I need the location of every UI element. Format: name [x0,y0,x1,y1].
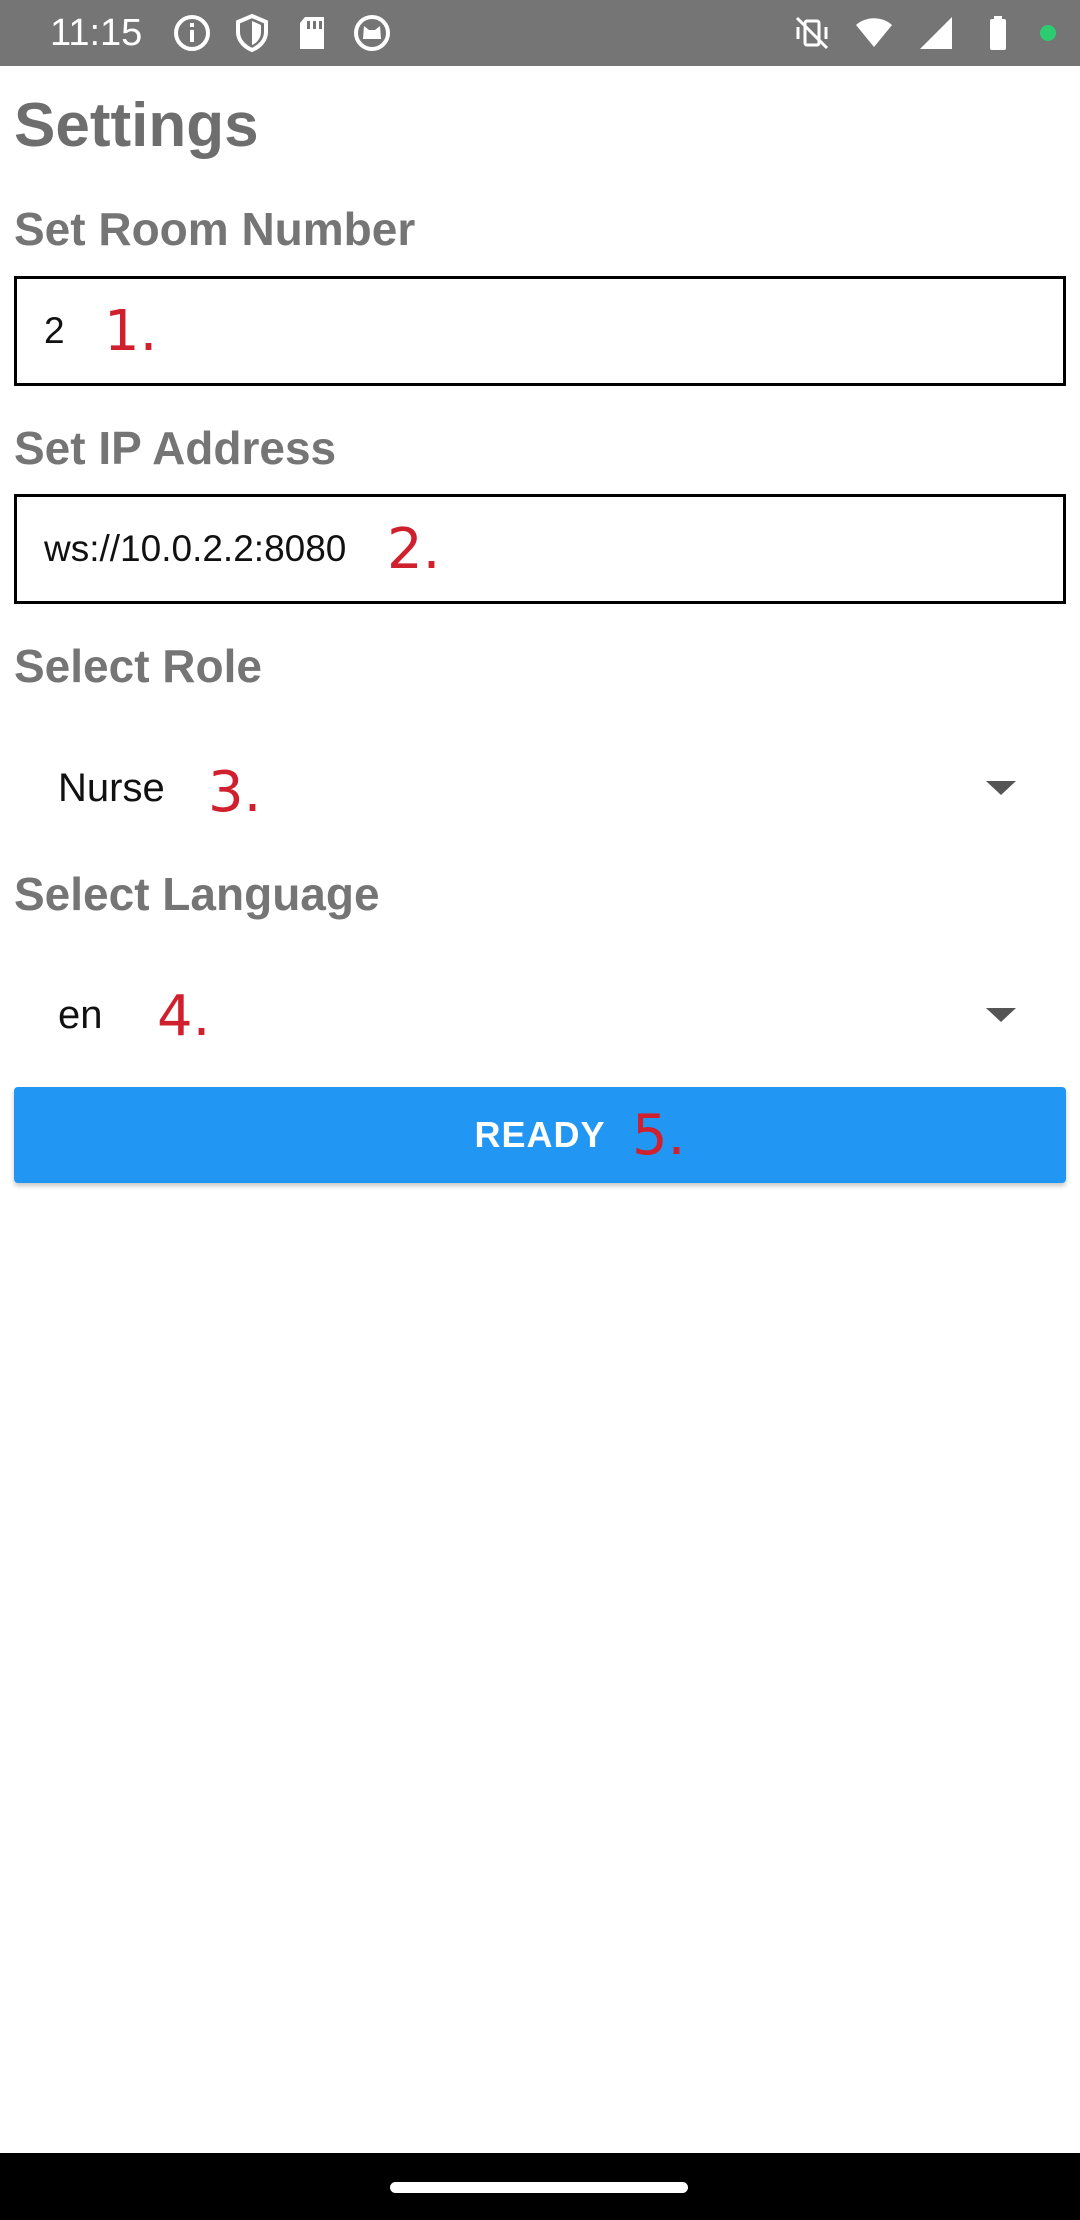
shield-icon [232,13,272,53]
role-label: Select Role [14,640,262,692]
annotation-marker-4: 4. [157,984,211,1049]
status-notification-icons [172,13,392,53]
ready-button[interactable]: READY [14,1087,1066,1183]
role-selected-value: Nurse [58,765,165,810]
vibrate-off-icon [792,13,832,53]
annotation-marker-2: 2. [387,517,441,582]
role-dropdown[interactable]: Nurse [14,733,1066,843]
wifi-icon [854,13,894,53]
cat-icon [352,13,392,53]
camera-dot-icon [1040,25,1056,41]
annotation-marker-3: 3. [208,760,262,825]
sd-card-icon [292,13,332,53]
ready-button-label: READY [474,1114,606,1155]
room-number-value: 2 [44,310,65,351]
ip-address-value: ws://10.0.2.2:8080 [44,528,347,569]
chevron-down-icon [986,1008,1016,1022]
chevron-down-icon [986,781,1016,795]
status-bar: 11:15 [0,0,1080,66]
annotation-marker-1: 1. [104,299,158,364]
status-time: 11:15 [50,12,143,54]
ip-address-input[interactable]: ws://10.0.2.2:8080 [14,494,1066,604]
navigation-bar [0,2153,1080,2220]
home-handle[interactable] [390,2182,688,2193]
status-system-icons [792,13,1056,53]
annotation-marker-5: 5. [632,1103,686,1168]
language-label: Select Language [14,868,380,920]
battery-icon [978,13,1018,53]
info-icon [172,13,212,53]
signal-icon [916,13,956,53]
language-selected-value: en [58,992,103,1037]
ip-address-label: Set IP Address [14,422,337,474]
room-number-input[interactable]: 2 [14,276,1066,386]
page-title: Settings [14,91,259,160]
room-number-label: Set Room Number [14,203,416,255]
